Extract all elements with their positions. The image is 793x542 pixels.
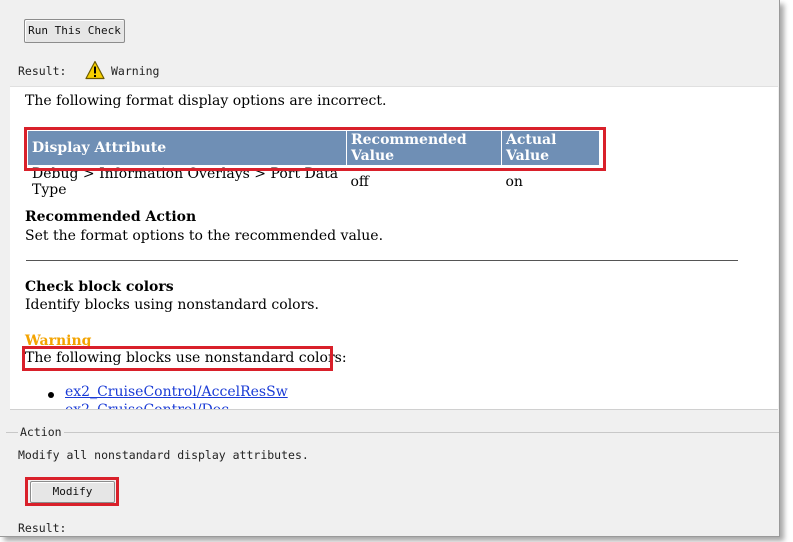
list-item: ex2_CruiseControl/AccelResSw bbox=[65, 384, 288, 400]
block-link-dec[interactable]: ex2_CruiseControl/Dec bbox=[65, 402, 229, 409]
highlight-box-table bbox=[24, 127, 606, 171]
check-panel: Run This Check Result: Warning The follo… bbox=[0, 0, 780, 537]
action-legend: Action bbox=[18, 425, 64, 439]
result-status: Warning bbox=[111, 64, 160, 78]
report-view[interactable]: The following format display options are… bbox=[10, 86, 778, 410]
run-this-check-button[interactable]: Run This Check bbox=[24, 19, 125, 43]
action-description: Modify all nonstandard display attribute… bbox=[18, 448, 309, 462]
highlight-box-modify bbox=[25, 477, 119, 506]
result-label: Result: bbox=[18, 64, 67, 78]
check-block-colors-desc: Identify blocks using nonstandard colors… bbox=[25, 297, 319, 313]
section-divider bbox=[26, 260, 738, 261]
highlight-box-blocks bbox=[22, 346, 333, 371]
recommended-action-title: Recommended Action bbox=[25, 209, 197, 225]
action-result-label: Result: bbox=[18, 521, 67, 535]
warning-triangle-icon bbox=[85, 60, 105, 80]
report-intro: The following format display options are… bbox=[25, 93, 387, 109]
list-item: ex2_CruiseControl/Dec bbox=[65, 402, 229, 409]
list-bullet bbox=[48, 392, 54, 398]
block-link-accelressw[interactable]: ex2_CruiseControl/AccelResSw bbox=[65, 384, 288, 400]
recommended-action-text: Set the format options to the recommende… bbox=[25, 228, 384, 244]
check-block-colors-title: Check block colors bbox=[25, 279, 174, 295]
